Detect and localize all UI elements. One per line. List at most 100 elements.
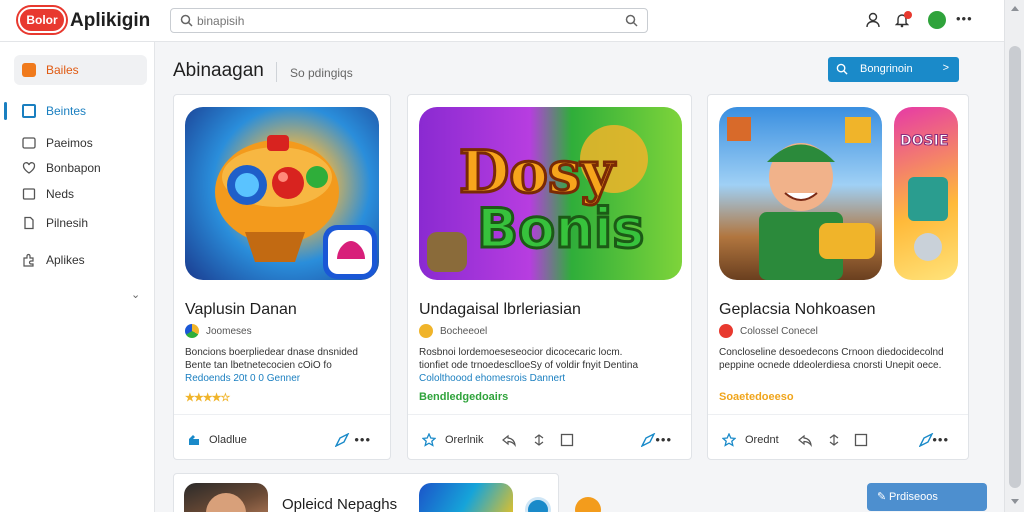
sidebar-item-label: Paeimos xyxy=(46,136,93,150)
sidebar-item-label: Pilnesih xyxy=(46,216,89,230)
app-thumbnail[interactable] xyxy=(184,483,268,512)
send-icon[interactable] xyxy=(335,433,350,447)
robot-illustration: DOSIE xyxy=(900,133,949,261)
top-bar: Bolor Aplikigin ••• xyxy=(0,0,1004,42)
chevron-down-icon[interactable]: ⌄ xyxy=(131,288,140,301)
card-action-label[interactable]: Oladlue xyxy=(209,434,247,446)
card-divider xyxy=(708,414,968,415)
star-icon[interactable] xyxy=(722,433,736,447)
scroll-up-icon[interactable] xyxy=(1011,6,1019,11)
puzzle-icon xyxy=(23,253,34,267)
primary-action-button[interactable]: Bongrinoin > xyxy=(828,57,959,82)
page-subtitle: So pdingiqs xyxy=(290,66,353,80)
scrollbar[interactable] xyxy=(1004,0,1024,512)
game-title-illustration: Dosy Bonis xyxy=(427,125,648,272)
svg-text:DOSIE: DOSIE xyxy=(900,133,948,149)
more-icon[interactable]: ••• xyxy=(932,432,949,447)
grid-icon xyxy=(22,104,36,118)
app-title[interactable]: Undagaisal lbrleriasian xyxy=(419,301,581,319)
app-artwork[interactable]: Dosy Bonis xyxy=(419,107,682,280)
app-title[interactable]: Vaplusin Danan xyxy=(185,301,297,319)
floating-action-button[interactable]: ✎ Prdiseoos xyxy=(867,483,987,511)
app-artwork-secondary[interactable]: DOSIE xyxy=(894,107,958,280)
sidebar-item-news[interactable]: Neds xyxy=(14,179,147,209)
app-card[interactable]: Opleicd Nepaghs xyxy=(173,473,559,512)
app-thumbnail[interactable] xyxy=(419,483,513,512)
developer-icon xyxy=(719,324,733,338)
developer-name[interactable]: Colossel Conecel xyxy=(740,326,818,337)
card-footer: Oladlue ••• xyxy=(185,432,379,449)
more-icon[interactable]: ••• xyxy=(655,432,672,447)
svg-text:Dosy: Dosy xyxy=(459,138,617,206)
more-icon[interactable]: ••• xyxy=(956,11,973,26)
floating-action-label: Prdiseoos xyxy=(889,491,938,503)
star-icon[interactable] xyxy=(422,433,436,447)
description-line: peppine ocnede ddeolerdiesa cnorsti Unep… xyxy=(719,360,942,371)
developer-name[interactable]: Bocheeoel xyxy=(440,326,487,337)
card-divider xyxy=(174,414,390,415)
folder-icon xyxy=(22,137,36,149)
notifications-button[interactable] xyxy=(894,11,912,33)
scrollbar-thumb[interactable] xyxy=(1009,46,1021,488)
more-icon[interactable]: ••• xyxy=(354,432,371,447)
document-icon xyxy=(24,216,34,230)
search-icon xyxy=(836,63,848,75)
search-submit-icon[interactable] xyxy=(625,14,638,27)
app-title[interactable]: Opleicd Nepaghs xyxy=(282,496,397,512)
send-icon[interactable] xyxy=(641,433,656,447)
card-footer: Orednt ••• xyxy=(719,432,957,449)
description-line: tionfiet ode trnoedesclloeSy of voldir f… xyxy=(419,360,639,371)
description-link[interactable]: Redoends 20t 0 0 Genner xyxy=(185,372,385,385)
chevron-right-icon: > xyxy=(942,62,949,74)
emoji-icon[interactable] xyxy=(575,497,601,512)
app-card[interactable]: Vaplusin Danan Joomeses Boncions boerpli… xyxy=(173,94,391,460)
sidebar-item-purchases[interactable]: Pilnesih xyxy=(14,208,147,238)
user-icon[interactable] xyxy=(866,12,880,28)
title-divider xyxy=(276,62,277,82)
sidebar-item-label: Neds xyxy=(46,187,75,201)
bookmark-icon[interactable] xyxy=(560,433,574,447)
sidebar-item-label: Bonbapon xyxy=(46,161,101,175)
search-input[interactable] xyxy=(197,12,597,30)
reply-icon[interactable] xyxy=(798,433,812,447)
description-line: Concloseline desoedecons Crnoon diedocid… xyxy=(719,347,944,358)
heart-icon xyxy=(22,162,36,174)
page-title: Abinaagan xyxy=(173,60,264,81)
card-action-label[interactable]: Orerlnik xyxy=(445,434,484,446)
avatar[interactable] xyxy=(928,11,946,29)
worker-character-illustration xyxy=(727,117,875,280)
news-icon xyxy=(22,188,36,200)
svg-text:Bonis: Bonis xyxy=(477,197,644,260)
search-icon xyxy=(180,14,193,27)
sidebar: Bailes Beintes Paeimos Bonbapon Neds Pil… xyxy=(0,42,155,512)
app-artwork[interactable] xyxy=(719,107,882,280)
developer-name[interactable]: Joomeses xyxy=(206,326,252,337)
sidebar-item-home[interactable]: Bailes xyxy=(14,55,147,85)
share-icon[interactable] xyxy=(187,433,201,447)
search-box[interactable] xyxy=(170,8,648,33)
retweet-icon[interactable] xyxy=(827,433,841,447)
reply-icon[interactable] xyxy=(502,433,516,447)
robot-illustration xyxy=(215,135,377,279)
description-line: Boncions boerpliedear dnase dnsnided xyxy=(185,347,358,358)
app-title[interactable]: Geplacsia Nohkoasen xyxy=(719,301,876,319)
notification-dot xyxy=(904,11,912,19)
active-indicator xyxy=(4,102,7,120)
retweet-icon[interactable] xyxy=(532,433,546,447)
primary-action-label: Bongrinoin xyxy=(860,63,913,75)
sidebar-item-label: Beintes xyxy=(46,104,87,118)
scroll-down-icon[interactable] xyxy=(1011,499,1019,504)
app-artwork[interactable] xyxy=(185,107,379,280)
bookmark-icon[interactable] xyxy=(854,433,868,447)
app-card[interactable]: Dosy Bonis Undagaisal lbrleriasian Boche… xyxy=(407,94,692,460)
app-card[interactable]: DOSIE Geplacsia Nohkoasen Colossel Conec… xyxy=(707,94,969,460)
description-link[interactable]: Cololthoood ehomesrois Dannert xyxy=(419,372,683,385)
rating-stars: ★★★★☆ xyxy=(185,392,230,404)
card-action-label[interactable]: Orednt xyxy=(745,434,779,446)
sidebar-item-browse[interactable]: Beintes xyxy=(14,96,147,126)
brand-logo[interactable]: Bolor xyxy=(18,7,66,33)
description-line: Rosbnoi lordemoeseseocior dicocecaric lo… xyxy=(419,347,623,358)
sidebar-item-apps[interactable]: Aplikes xyxy=(14,245,147,275)
developer-icon xyxy=(419,324,433,338)
brand-name[interactable]: Aplikigin xyxy=(70,10,150,32)
